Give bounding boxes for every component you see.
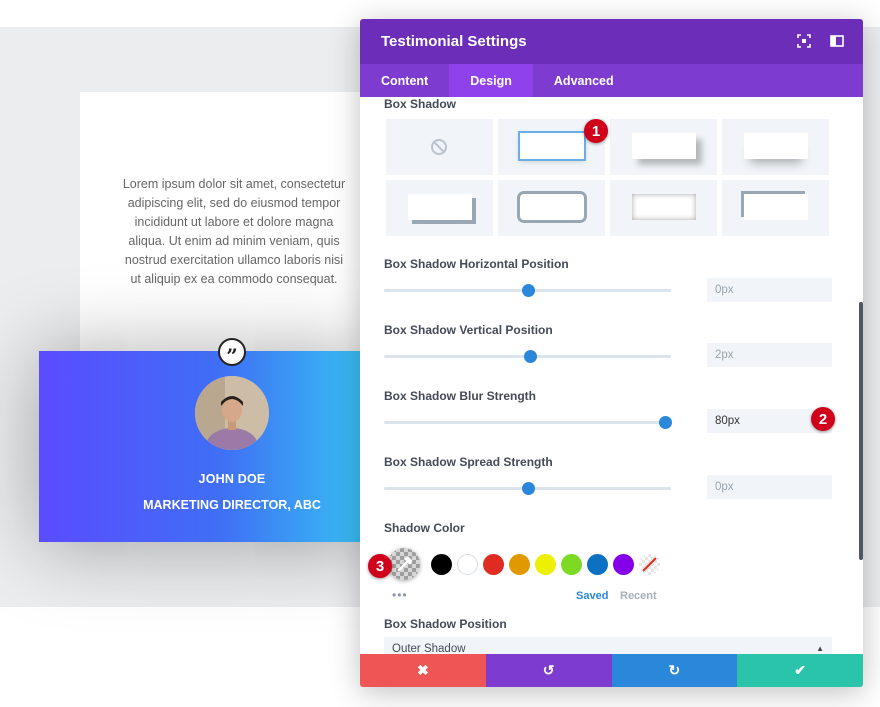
cancel-button[interactable]: ✖ — [360, 654, 486, 687]
saved-colors-tab[interactable]: Saved — [576, 590, 608, 602]
slider-label: Box Shadow Blur Strength — [384, 389, 537, 403]
clear-color-swatch[interactable] — [639, 554, 660, 575]
eyedropper-icon — [397, 556, 413, 572]
swatch[interactable] — [535, 554, 556, 575]
color-swatches — [431, 554, 660, 575]
select-arrows-icon: ▲ — [816, 644, 824, 653]
testimonial-author-panel — [39, 351, 370, 542]
preset-6[interactable] — [610, 180, 717, 236]
preset-none[interactable] — [386, 119, 493, 175]
tab-advanced[interactable]: Advanced — [533, 64, 635, 97]
page: Lorem ipsum dolor sit amet, consectetur … — [0, 0, 880, 707]
split-view-icon[interactable] — [830, 34, 844, 48]
swatch[interactable] — [431, 554, 452, 575]
preset-7[interactable] — [722, 180, 829, 236]
redo-button[interactable]: ↻ — [611, 654, 738, 687]
spread-strength-input[interactable]: 0px — [707, 475, 832, 499]
slider-knob[interactable] — [524, 350, 538, 363]
undo-icon: ↺ — [542, 662, 555, 678]
annotation-marker-1: 1 — [584, 119, 608, 143]
shadow-position-value: Outer Shadow — [392, 643, 466, 654]
preset-2[interactable] — [610, 119, 717, 175]
quote-icon: ” — [218, 338, 246, 366]
annotation-marker-2: 2 — [811, 407, 835, 431]
swatch[interactable] — [483, 554, 504, 575]
shadow-color-label: Shadow Color — [384, 521, 465, 535]
fullscreen-icon[interactable] — [797, 34, 811, 48]
slider-knob[interactable] — [521, 482, 535, 495]
shadow-position-label: Box Shadow Position — [384, 617, 507, 631]
blur-strength-slider[interactable] — [384, 416, 673, 429]
close-icon: ✖ — [417, 662, 429, 678]
shadow-position-select[interactable]: Outer Shadow ▲ — [384, 637, 832, 654]
clear-color-icon — [642, 557, 657, 572]
preset-3[interactable] — [722, 119, 829, 175]
modal-tabs: Content Design Advanced — [360, 64, 863, 97]
more-options-icon[interactable]: ••• — [392, 588, 408, 602]
scrollbar[interactable] — [859, 302, 863, 560]
testimonial-author-name: JOHN DOE — [198, 472, 266, 486]
swatch[interactable] — [613, 554, 634, 575]
recent-colors-tab[interactable]: Recent — [620, 590, 657, 602]
modal-header: Testimonial Settings — [360, 19, 863, 64]
preset-4[interactable] — [386, 180, 493, 236]
modal-title: Testimonial Settings — [381, 33, 527, 50]
redo-icon: ↻ — [668, 662, 681, 678]
slider-knob[interactable] — [659, 416, 673, 429]
swatch[interactable] — [587, 554, 608, 575]
settings-modal: Testimonial Settings Content Design Adva… — [360, 19, 863, 687]
save-button[interactable]: ✔ — [737, 654, 863, 687]
slider-label: Box Shadow Vertical Position — [384, 323, 553, 337]
vertical-position-slider[interactable] — [384, 350, 671, 363]
vertical-position-input[interactable]: 2px — [707, 343, 832, 367]
no-shadow-icon — [431, 139, 447, 155]
horizontal-position-slider[interactable] — [384, 284, 671, 297]
box-shadow-label: Box Shadow — [384, 97, 457, 111]
swatch[interactable] — [509, 554, 530, 575]
slider-label: Box Shadow Spread Strength — [384, 455, 553, 469]
spread-strength-slider[interactable] — [384, 482, 671, 495]
modal-footer: ✖ ↺ ↻ ✔ — [360, 654, 863, 687]
preset-5[interactable] — [498, 180, 605, 236]
color-picker-button[interactable] — [388, 548, 420, 580]
tab-design[interactable]: Design — [449, 64, 533, 97]
slider-label: Box Shadow Horizontal Position — [384, 257, 569, 271]
swatch[interactable] — [561, 554, 582, 575]
testimonial-author-role: MARKETING DIRECTOR, ABC — [143, 498, 321, 512]
avatar — [195, 376, 269, 450]
slider-knob[interactable] — [521, 284, 535, 297]
box-shadow-presets — [386, 119, 830, 236]
swatch[interactable] — [457, 554, 478, 575]
tab-content[interactable]: Content — [360, 64, 449, 97]
testimonial-body: Lorem ipsum dolor sit amet, consectetur … — [122, 177, 346, 286]
annotation-marker-3: 3 — [368, 554, 392, 578]
check-icon: ✔ — [794, 662, 806, 678]
horizontal-position-input[interactable]: 0px — [707, 278, 832, 302]
undo-button[interactable]: ↺ — [485, 654, 612, 687]
